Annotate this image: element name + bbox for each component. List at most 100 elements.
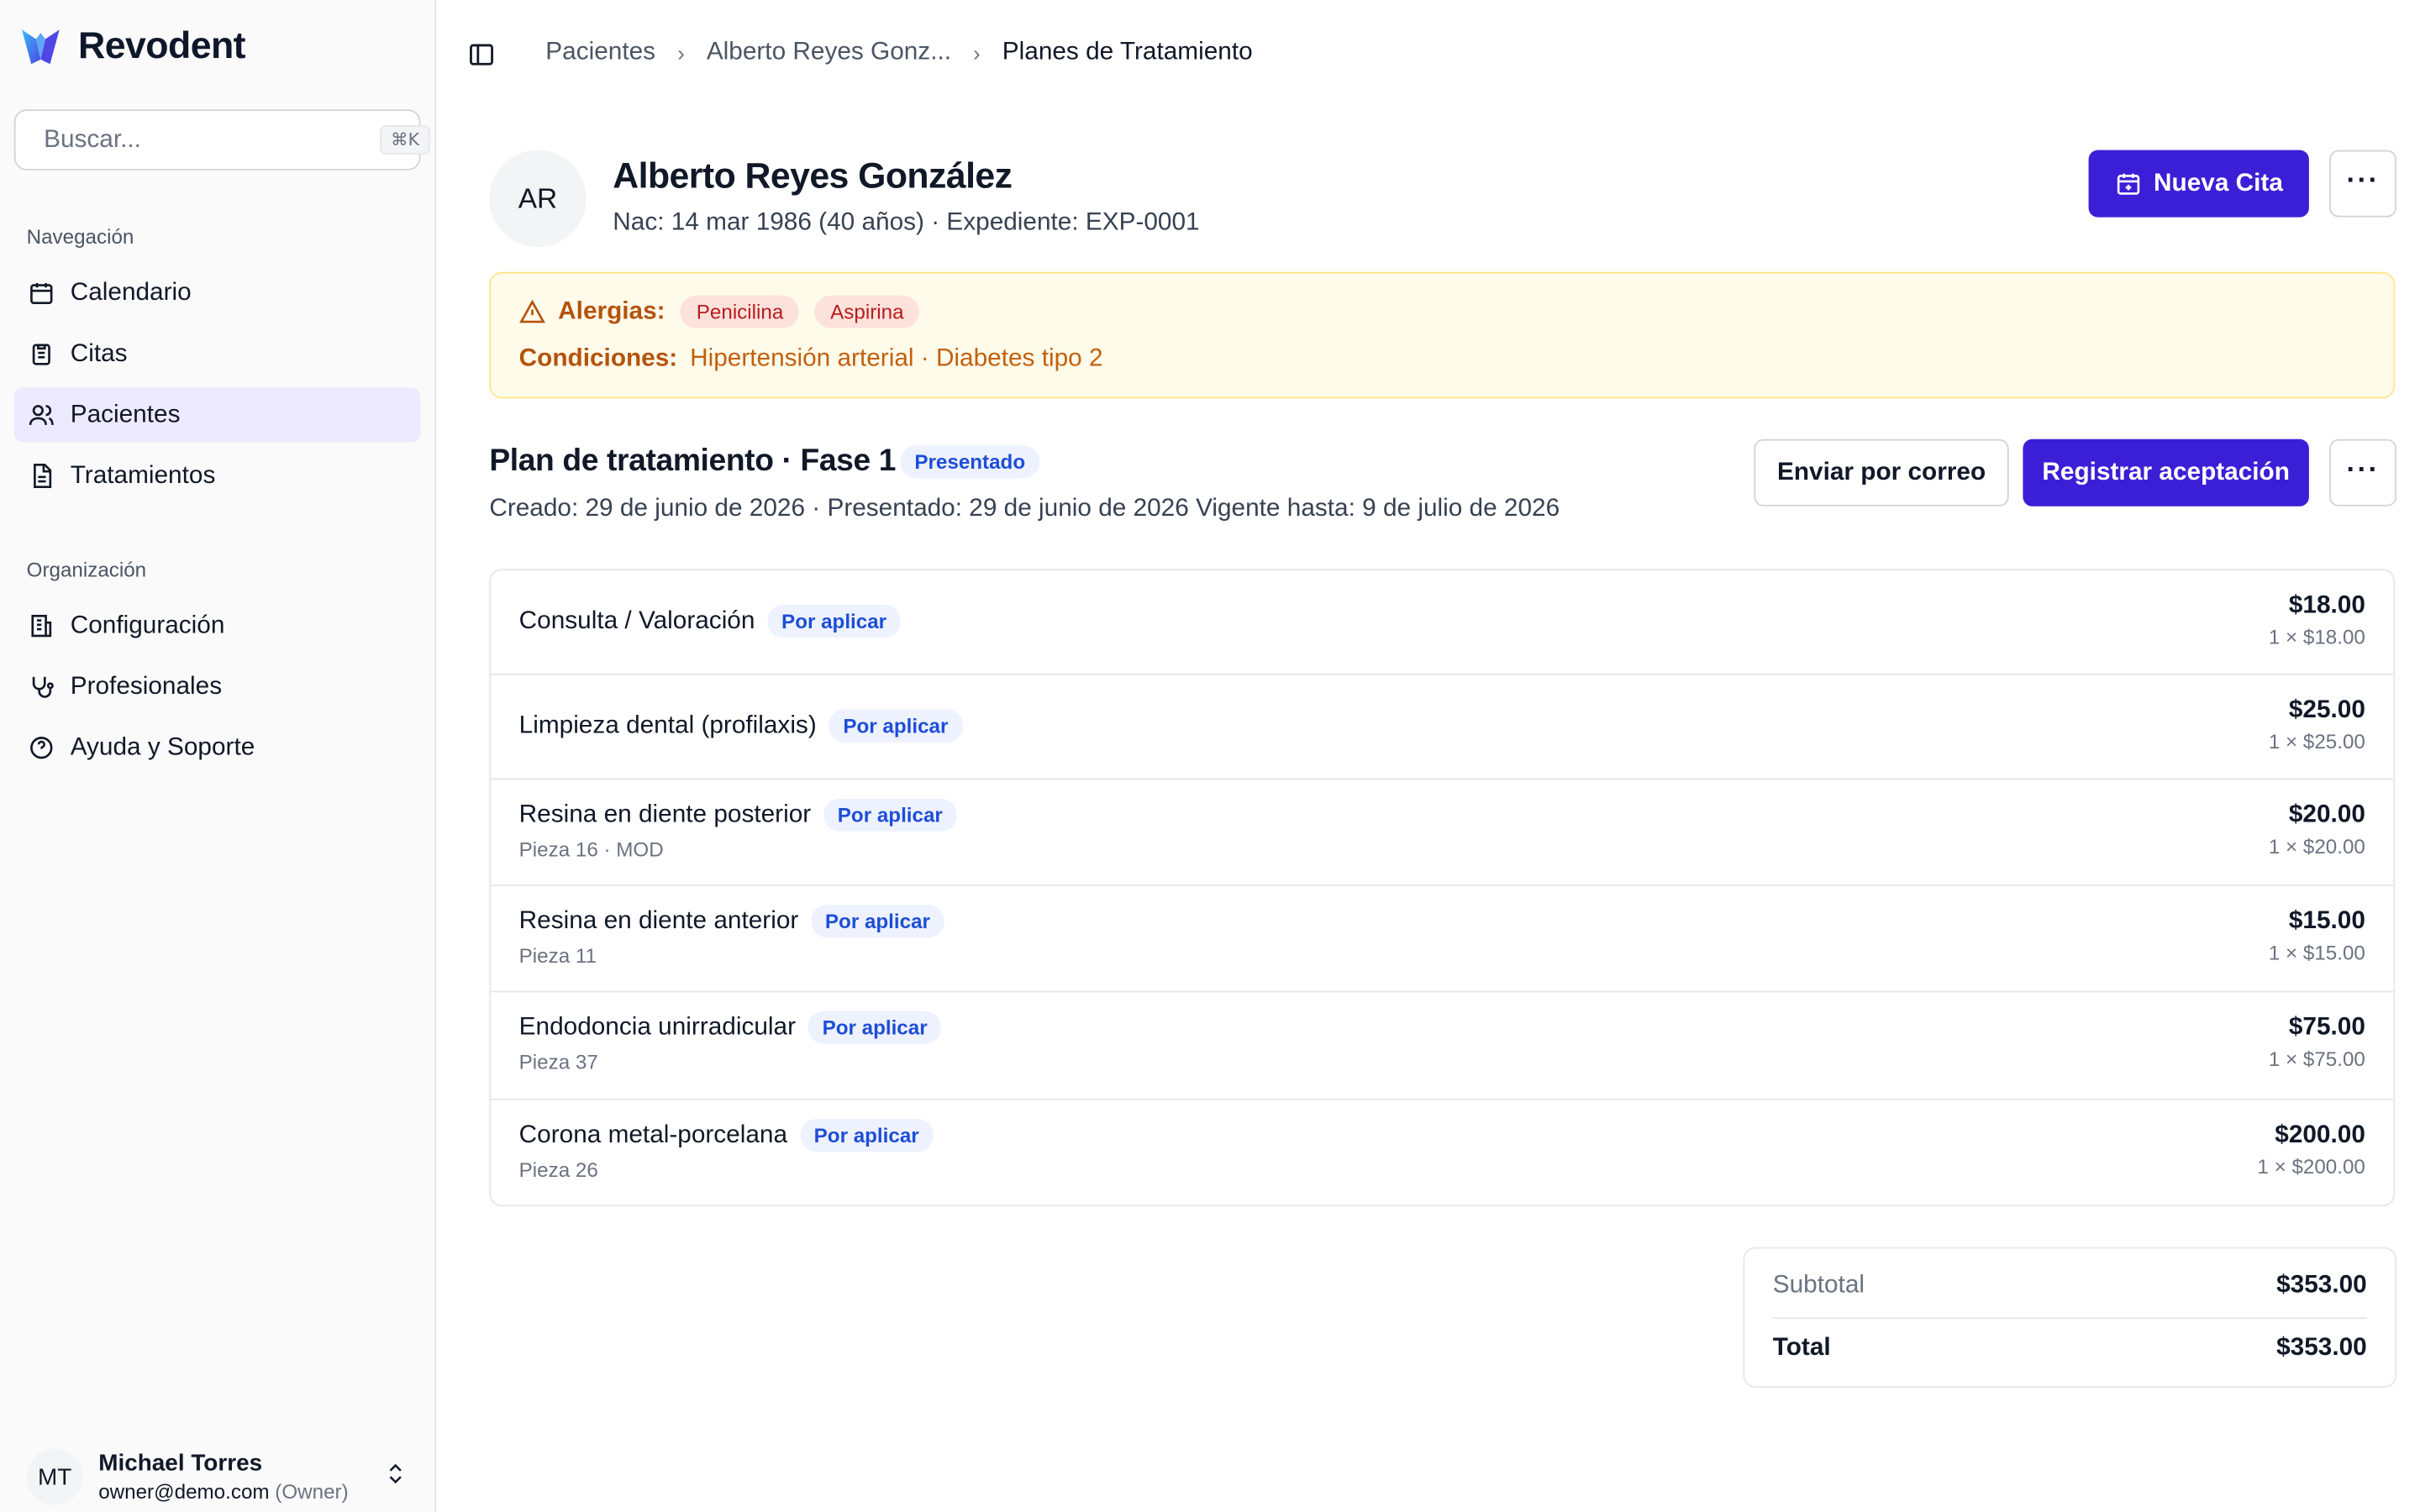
plan-status-badge: Presentado <box>900 445 1039 479</box>
item-name: Resina en diente posterior <box>518 801 812 828</box>
breadcrumb-pacientes[interactable]: Pacientes <box>545 39 655 67</box>
more-horizontal-icon: ··· <box>2346 452 2380 484</box>
breadcrumb: Pacientes › Alberto Reyes Gonz... › Plan… <box>545 39 1252 67</box>
sidebar-item-tratamientos[interactable]: Tratamientos <box>14 449 421 503</box>
building-icon <box>31 614 52 638</box>
nav-section-label: Navegación <box>26 224 134 249</box>
sidebar-item-label: Tratamientos <box>70 461 216 489</box>
item-status-badge: Por aplicar <box>823 798 957 832</box>
item-price: $15.00 <box>2288 907 2365 935</box>
sidebar-item-ayuda[interactable]: Ayuda y Soporte <box>14 721 421 775</box>
register-acceptance-button[interactable]: Registrar aceptación <box>2023 438 2309 507</box>
item-status-badge: Por aplicar <box>811 905 944 938</box>
register-acceptance-label: Registrar aceptación <box>2042 459 2290 486</box>
subtotal-row: Subtotal $353.00 <box>1773 1272 2367 1299</box>
list-item[interactable]: Corona metal-porcelana Por aplicar Pieza … <box>491 1100 2393 1205</box>
item-detail: Pieza 11 <box>518 943 597 968</box>
item-quantity: 1 × $15.00 <box>2268 941 2365 964</box>
totals-card: Subtotal $353.00 Total $353.00 <box>1743 1247 2397 1389</box>
sidebar-item-label: Calendario <box>70 279 192 306</box>
item-name: Endodoncia unirradicular <box>518 1013 796 1041</box>
sidebar-item-citas[interactable]: Citas <box>14 327 421 381</box>
sidebar-item-profesionales[interactable]: Profesionales <box>14 659 421 714</box>
brand[interactable]: Revodent <box>18 25 246 69</box>
patient-meta: Nac: 14 mar 1986 (40 años) · Expediente:… <box>613 209 1200 236</box>
item-name: Corona metal-porcelana <box>518 1121 788 1148</box>
new-appointment-button[interactable]: Nueva Cita <box>2088 150 2309 218</box>
treatment-items-list: Consulta / Valoración Por aplicar $18.00 … <box>489 569 2396 1207</box>
main-content: Pacientes › Alberto Reyes Gonz... › Plan… <box>436 0 2420 1512</box>
patient-avatar: AR <box>489 150 587 247</box>
plan-title: Plan de tratamiento · Fase 1 <box>489 444 897 479</box>
sidebar-item-label: Ayuda y Soporte <box>70 733 255 761</box>
total-value: $353.00 <box>2276 1334 2367 1362</box>
breadcrumb-patient[interactable]: Alberto Reyes Gonz... <box>707 39 951 67</box>
list-item[interactable]: Resina en diente anterior Por aplicar Pie… <box>491 886 2394 993</box>
search-input[interactable] <box>44 125 368 155</box>
sidebar: Revodent ⌘K Navegación Calendario Citas … <box>0 0 437 1512</box>
new-appointment-label: Nueva Cita <box>2154 169 2283 197</box>
item-status-badge: Por aplicar <box>799 1119 934 1152</box>
total-label: Total <box>1772 1334 1831 1362</box>
user-menu[interactable]: MT Michael Torres owner@demo.com (Owner) <box>26 1446 418 1508</box>
chevron-right-icon: › <box>677 40 685 66</box>
conditions-row: Condiciones: Hipertensión arterial · Dia… <box>519 345 1103 373</box>
list-item[interactable]: Endodoncia unirradicular Por aplicar Piez… <box>491 992 2394 1100</box>
item-price: $18.00 <box>2288 592 2365 619</box>
patient-more-button[interactable]: ··· <box>2329 150 2397 218</box>
org-section-label: Organización <box>26 558 147 582</box>
item-name-row: Resina en diente posterior Por aplicar <box>518 798 957 832</box>
plan-more-button[interactable]: ··· <box>2329 438 2397 507</box>
users-icon <box>29 405 54 425</box>
sidebar-toggle-icon[interactable] <box>467 40 495 68</box>
sidebar-item-configuracion[interactable]: Configuración <box>14 599 421 654</box>
item-price: $200.00 <box>2275 1121 2365 1149</box>
allergies-row: Alergias: Penicilina Aspirina <box>519 295 920 328</box>
send-email-button[interactable]: Enviar por correo <box>1754 438 2009 507</box>
clipboard-icon <box>32 344 50 365</box>
item-quantity: 1 × $20.00 <box>2268 834 2365 858</box>
item-detail: Pieza 16 · MOD <box>518 837 664 862</box>
revodent-logo-icon <box>22 29 60 65</box>
item-name: Limpieza dental (profilaxis) <box>518 711 817 739</box>
breadcrumb-current: Planes de Tratamiento <box>1002 39 1253 66</box>
send-email-label: Enviar por correo <box>1777 459 1986 486</box>
user-role: (Owner) <box>275 1479 349 1504</box>
item-name-row: Consulta / Valoración Por aplicar <box>519 605 901 638</box>
list-item[interactable]: Limpieza dental (profilaxis) Por aplicar … <box>491 675 2394 780</box>
totals-divider <box>1772 1317 2367 1320</box>
warning-triangle-icon <box>519 299 545 323</box>
list-item[interactable]: Resina en diente posterior Por aplicar Pi… <box>491 780 2394 886</box>
item-name: Consulta / Valoración <box>518 606 755 634</box>
item-status-badge: Por aplicar <box>829 709 963 743</box>
sidebar-item-label: Profesionales <box>70 672 223 700</box>
item-status-badge: Por aplicar <box>808 1011 942 1044</box>
item-name-row: Corona metal-porcelana Por aplicar <box>519 1119 934 1152</box>
allergies-label: Alergias: <box>558 297 666 325</box>
item-name: Resina en diente anterior <box>518 907 799 934</box>
user-email: owner@demo.com <box>98 1479 270 1504</box>
item-quantity: 1 × $25.00 <box>2268 729 2365 753</box>
sidebar-item-pacientes[interactable]: Pacientes <box>13 387 421 443</box>
item-detail: Pieza 37 <box>518 1050 598 1074</box>
item-name-row: Endodoncia unirradicular Por aplicar <box>519 1011 942 1044</box>
sidebar-item-label: Configuración <box>70 612 225 638</box>
conditions-value: Hipertensión arterial · Diabetes tipo 2 <box>690 345 1103 372</box>
item-detail: Pieza 26 <box>518 1158 598 1182</box>
item-quantity: 1 × $18.00 <box>2268 625 2365 649</box>
item-quantity: 1 × $75.00 <box>2268 1047 2365 1071</box>
chevron-up-down-icon <box>389 1463 402 1484</box>
sidebar-item-calendario[interactable]: Calendario <box>14 265 421 320</box>
item-price: $20.00 <box>2288 801 2365 829</box>
help-circle-icon <box>30 737 53 759</box>
calendar-plus-icon <box>2117 173 2139 195</box>
item-quantity: 1 × $200.00 <box>2257 1154 2365 1179</box>
more-horizontal-icon: ··· <box>2346 163 2380 195</box>
list-item[interactable]: Consulta / Valoración Por aplicar $18.00 … <box>491 570 2394 675</box>
search-box[interactable]: ⌘K <box>13 109 431 171</box>
topbar <box>467 38 495 72</box>
app-root: Revodent ⌘K Navegación Calendario Citas … <box>0 0 2420 1512</box>
subtotal-label: Subtotal <box>1772 1272 1865 1299</box>
file-text-icon <box>34 464 52 489</box>
sidebar-item-label: Citas <box>70 339 128 367</box>
